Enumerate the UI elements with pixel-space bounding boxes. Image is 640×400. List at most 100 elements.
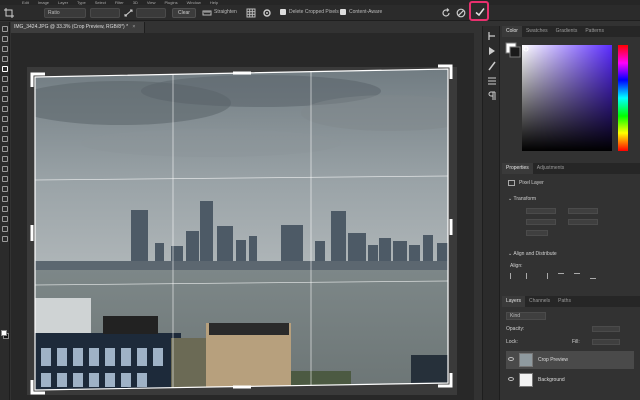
transform-section-heading[interactable]: ⌄ Transform [508,196,536,202]
quick-select-tool-icon[interactable] [2,56,8,62]
tools-panel [0,22,10,400]
opacity-field[interactable] [592,326,620,332]
crop-icon[interactable] [4,8,14,18]
crop-ratio-value: Ratio [48,10,60,16]
tab-channels[interactable]: Channels [525,296,554,307]
eye-icon[interactable] [508,357,514,361]
layers-panel: Layers Channels Paths Kind Opacity: Lock… [502,296,640,400]
fill-field[interactable] [592,339,620,345]
foreground-color-swatch[interactable] [1,330,7,336]
fill-label: Fill: [572,339,580,345]
properties-panel-tabs: Properties Adjustments [502,163,640,174]
transform-x-field[interactable] [526,219,556,225]
straighten-label: Straighten [214,9,237,15]
blur-tool-icon[interactable] [2,156,8,162]
align-left-icon[interactable] [510,273,516,279]
move-tool-icon[interactable] [2,26,8,32]
lasso-tool-icon[interactable] [2,46,8,52]
tab-paths[interactable]: Paths [554,296,575,307]
brush-tool-icon[interactable] [2,106,8,112]
kind-label: Kind [510,313,521,319]
pixel-layer-icon [508,180,515,186]
align-right-icon[interactable] [542,273,548,279]
layer-type-label: Pixel Layer [519,180,544,186]
layer-kind-filter[interactable]: Kind [506,312,546,320]
color-picker[interactable] [502,37,640,157]
dodge-tool-icon[interactable] [2,166,8,172]
stamp-tool-icon[interactable] [2,116,8,122]
zoom-tool-icon[interactable] [2,226,8,232]
photo-image [35,69,448,390]
close-icon[interactable]: × [132,24,135,30]
paragraph-icon[interactable] [487,91,497,101]
align-section-heading[interactable]: ⌄ Align and Distribute [508,251,557,257]
tab-layers[interactable]: Layers [502,296,526,307]
healing-tool-icon[interactable] [2,96,8,102]
checkbox-box [280,9,286,15]
pen-tool-icon[interactable] [2,176,8,182]
crop-height-field[interactable] [136,8,166,18]
layer-row-crop-preview[interactable]: Crop Preview [506,351,634,369]
gear-icon[interactable] [262,8,272,18]
clear-button-label: Clear [178,10,190,16]
content-aware-checkbox[interactable]: Content-Aware [340,9,382,15]
shape-tool-icon[interactable] [2,206,8,212]
grid-overlay-icon[interactable] [246,8,256,18]
content-aware-label: Content-Aware [349,9,383,15]
brush-settings-icon[interactable] [487,61,497,71]
document-tab[interactable]: IMG_3424.JPG @ 33.3% (Crop Preview, RGB/… [11,22,145,33]
transform-width-field[interactable] [526,208,556,214]
path-select-tool-icon[interactable] [2,196,8,202]
tab-properties[interactable]: Properties [502,163,533,174]
frame-tool-icon[interactable] [2,76,8,82]
tab-color[interactable]: Color [502,26,522,37]
eye-icon[interactable] [508,377,514,381]
cancel-icon[interactable] [456,8,466,18]
tab-patterns[interactable]: Patterns [581,26,608,37]
crop-tool-icon[interactable] [2,66,8,72]
properties-panel: Properties Adjustments Pixel Layer ⌄ Tra… [502,163,640,293]
hue-slider[interactable] [618,45,628,151]
type-tool-icon[interactable] [2,186,8,192]
more-tools-icon[interactable] [2,236,8,242]
delete-cropped-pixels-label: Delete Cropped Pixels [289,9,339,15]
clear-button[interactable]: Clear [172,8,196,18]
align-middle-icon[interactable] [574,273,580,279]
transform-y-field[interactable] [568,219,598,225]
delete-cropped-pixels-checkbox[interactable]: Delete Cropped Pixels [280,9,339,15]
play-actions-icon[interactable] [487,46,497,56]
history-brush-tool-icon[interactable] [2,126,8,132]
layer-thumbnail [519,373,533,387]
align-bottom-icon[interactable] [590,273,596,279]
transform-height-field[interactable] [568,208,598,214]
layer-name: Background [538,377,565,383]
tab-gradients[interactable]: Gradients [552,26,582,37]
layer-row-background[interactable]: Background [506,371,634,389]
marquee-tool-icon[interactable] [2,36,8,42]
hand-tool-icon[interactable] [2,216,8,222]
gradient-tool-icon[interactable] [2,146,8,152]
layer-name: Crop Preview [538,357,569,363]
tab-adjustments[interactable]: Adjustments [533,163,569,174]
adjustments-icon[interactable] [487,76,497,86]
history-icon[interactable] [487,31,497,41]
checkmark-icon [475,8,485,17]
align-label: Align: [510,263,523,269]
straighten-icon[interactable] [202,8,212,18]
crop-width-field[interactable] [90,8,120,18]
align-center-icon[interactable] [526,273,532,279]
tab-swatches[interactable]: Swatches [522,26,552,37]
eyedropper-tool-icon[interactable] [2,86,8,92]
swap-dimensions-icon[interactable] [124,8,133,18]
crop-ratio-select[interactable]: Ratio [44,8,86,18]
eraser-tool-icon[interactable] [2,136,8,142]
straighten-label-wrap[interactable]: Straighten [214,9,237,15]
transform-label: Transform [513,196,537,202]
align-top-icon[interactable] [558,273,564,279]
reset-icon[interactable] [441,8,451,18]
document-canvas[interactable] [11,33,474,400]
transform-angle-field[interactable] [526,230,548,236]
lock-label: Lock: [506,339,518,345]
background-color-chip[interactable] [509,46,521,58]
commit-crop-button[interactable] [469,1,489,21]
